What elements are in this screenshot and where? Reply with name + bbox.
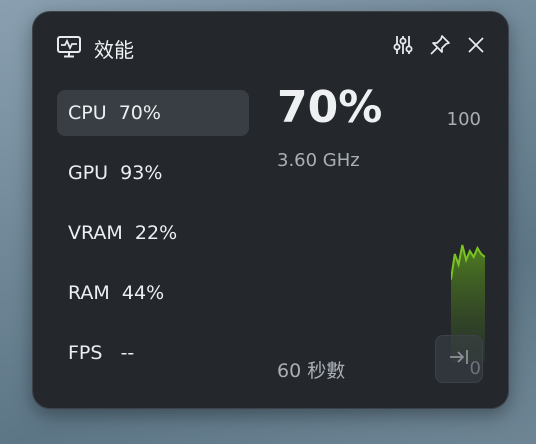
close-button[interactable] xyxy=(463,34,489,60)
metric-label: CPU 70% xyxy=(68,102,161,124)
widget-title: 效能 xyxy=(94,38,134,62)
metric-fps[interactable]: FPS -- xyxy=(57,330,249,376)
settings-sliders-button[interactable] xyxy=(390,34,416,60)
metric-label: VRAM 22% xyxy=(68,222,178,244)
axis-max-label: 100 xyxy=(446,109,481,130)
metric-cpu[interactable]: CPU 70% xyxy=(57,90,249,136)
metric-label: FPS -- xyxy=(68,342,135,364)
metric-list: CPU 70% GPU 93% VRAM 22% RAM 44% FPS -- xyxy=(57,90,249,390)
cpu-frequency: 3.60 GHz xyxy=(277,150,360,171)
metric-label: GPU 93% xyxy=(68,162,163,184)
performance-monitor-icon xyxy=(57,36,81,58)
collapse-right-icon xyxy=(448,348,470,370)
pin-button[interactable] xyxy=(427,34,453,60)
metric-gpu[interactable]: GPU 93% xyxy=(57,150,249,196)
metric-ram[interactable]: RAM 44% xyxy=(57,270,249,316)
performance-widget: 效能 CPU 70% GPU 93% VRAM 22% RAM 44% FPS … xyxy=(32,11,509,409)
metric-vram[interactable]: VRAM 22% xyxy=(57,210,249,256)
close-icon xyxy=(466,35,486,59)
current-usage-value: 70% xyxy=(277,82,383,133)
pin-icon xyxy=(429,34,451,60)
metric-label: RAM 44% xyxy=(68,282,165,304)
time-window-label: 60 秒數 xyxy=(277,360,346,382)
sliders-icon xyxy=(392,34,414,60)
collapse-graph-button[interactable] xyxy=(435,335,483,383)
widget-header: 效能 xyxy=(33,12,508,82)
